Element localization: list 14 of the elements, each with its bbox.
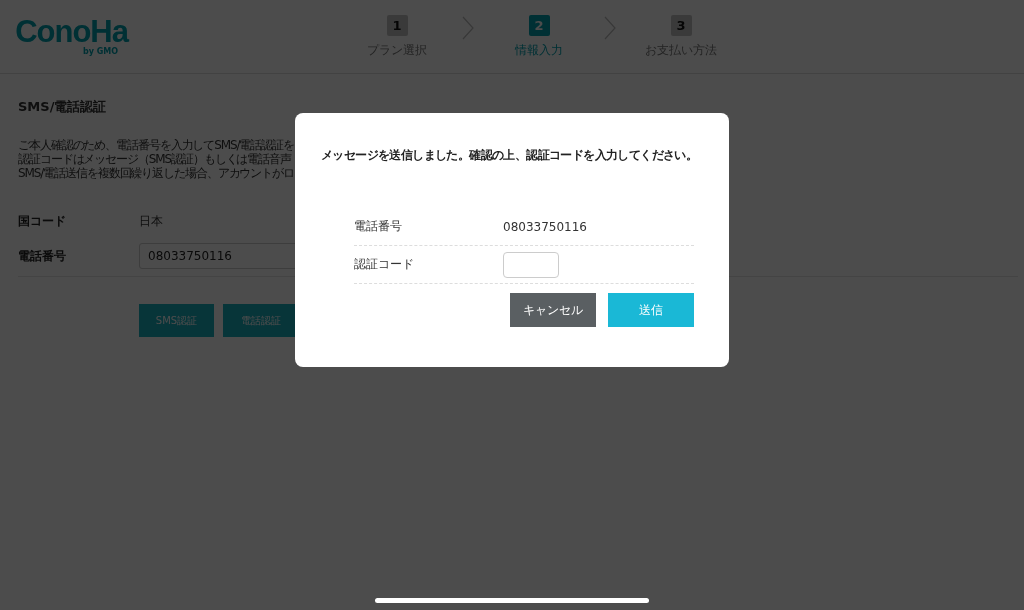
field-value: 日本 — [139, 212, 163, 230]
send-button[interactable]: 送信 — [608, 293, 694, 327]
logo: ConoHa — [15, 17, 128, 47]
field-label: 電話番号 — [18, 247, 67, 265]
row-value: 08033750116 — [503, 219, 587, 234]
dialog-message: メッセージを送信しました。確認の上、認証コードを入力してください。 — [321, 147, 699, 164]
code-input[interactable] — [503, 251, 559, 278]
field-label: 国コード — [18, 212, 67, 230]
cancel-button[interactable]: キャンセル — [510, 293, 596, 327]
row-label: 認証コード — [354, 256, 415, 273]
logo-byline: by GMO — [82, 47, 118, 56]
row-label: 電話番号 — [354, 218, 403, 235]
section-title: SMS/電話認証 — [18, 98, 108, 116]
step-label: 情報入力 — [515, 41, 563, 59]
